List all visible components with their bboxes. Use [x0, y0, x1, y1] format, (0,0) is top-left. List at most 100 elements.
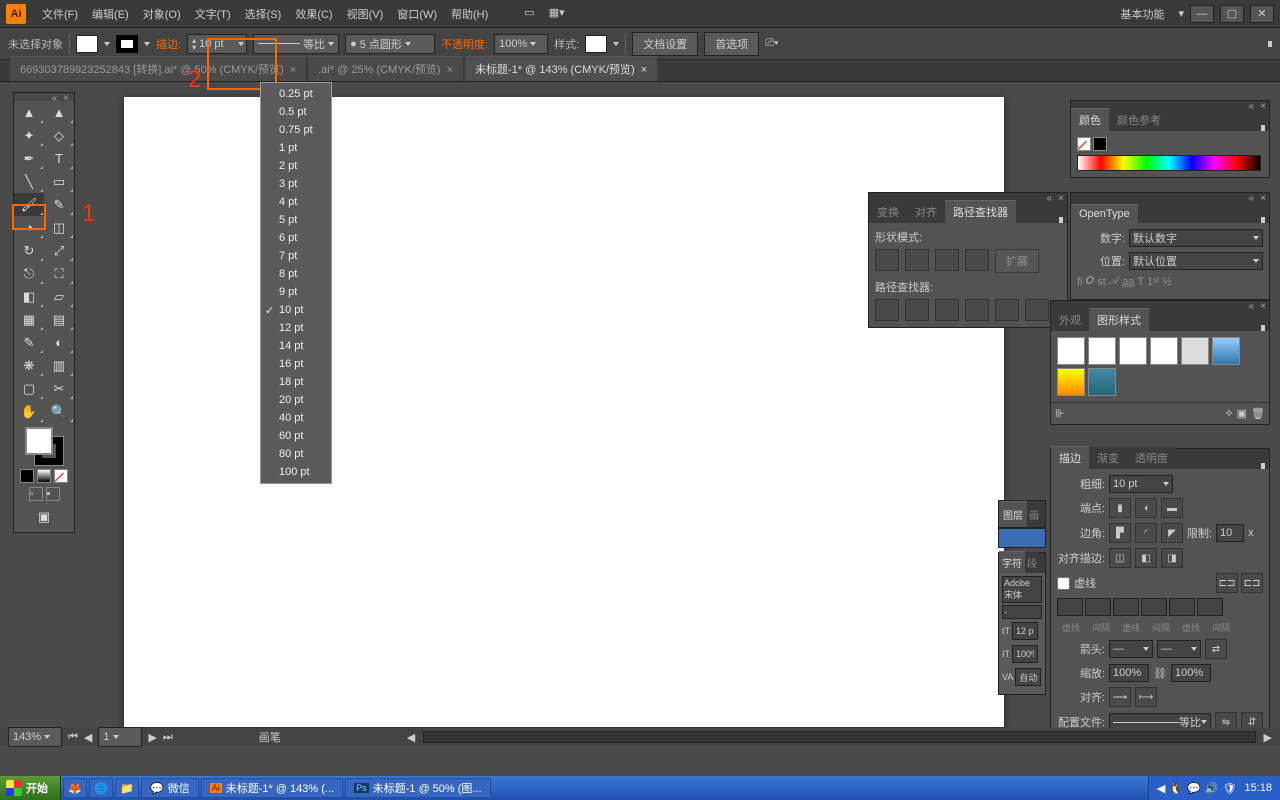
panel-close-icon[interactable]: ×	[60, 93, 72, 101]
pencil-tool[interactable]: ✎	[44, 193, 74, 216]
stroke-weight-dropdown[interactable]: 0.25 pt0.5 pt0.75 pt1 pt2 pt3 pt4 pt5 pt…	[260, 82, 332, 484]
free-transform-tool[interactable]: ⛶	[44, 262, 74, 285]
unite-icon[interactable]	[875, 249, 899, 271]
task-item[interactable]: 💬微信	[141, 778, 199, 798]
panel-menu-icon[interactable]	[1059, 217, 1063, 223]
link-icon[interactable]: ⛓	[1153, 667, 1167, 680]
screen-mode-icon[interactable]: ▣	[29, 505, 59, 528]
panel-collapse-icon[interactable]: «	[49, 93, 61, 101]
dash-align-1-icon[interactable]: ⊏⊐	[1216, 573, 1238, 593]
stroke-option[interactable]: 100 pt	[261, 463, 331, 481]
dash-input[interactable]	[1169, 598, 1195, 616]
stroke-option[interactable]: 4 pt	[261, 193, 331, 211]
ot-o-icon[interactable]: 𝑶	[1086, 275, 1095, 288]
cap-butt-icon[interactable]: ▮	[1109, 498, 1131, 518]
leading-input[interactable]	[1012, 645, 1038, 663]
dashed-checkbox[interactable]	[1057, 577, 1070, 590]
position-dropdown[interactable]: 默认位置	[1129, 252, 1263, 270]
exclude-icon[interactable]	[965, 249, 989, 271]
perspective-tool[interactable]: ▱	[44, 285, 74, 308]
hscroll-prev-icon[interactable]: ◀	[407, 731, 415, 744]
weight-dropdown[interactable]: 10 pt	[1109, 475, 1173, 493]
cap-projecting-icon[interactable]: ▬	[1161, 498, 1183, 518]
font-style-dropdown[interactable]: -	[1002, 605, 1042, 619]
tab-graphic-styles[interactable]: 图形样式	[1089, 308, 1149, 331]
tab-transparency[interactable]: 透明度	[1127, 447, 1176, 469]
tab-transform[interactable]: 变换	[869, 201, 907, 223]
nav-last-icon[interactable]: ⏭	[163, 731, 173, 744]
chevron-down-icon[interactable]	[238, 42, 244, 46]
stroke-option[interactable]: 60 pt	[261, 427, 331, 445]
fill-caret-icon[interactable]	[104, 42, 110, 46]
document-tab[interactable]: 669303789923252843 [转换].ai* @ 50% (CMYK/…	[10, 56, 306, 81]
style-swatch[interactable]	[1088, 337, 1116, 365]
quick-launch-icon[interactable]: 🦊	[63, 778, 87, 798]
divide-icon[interactable]	[875, 299, 899, 321]
minus-front-icon[interactable]	[905, 249, 929, 271]
panel-close-icon[interactable]: ×	[1055, 193, 1067, 203]
scale-tool[interactable]: ⤢	[44, 239, 74, 262]
style-swatch[interactable]	[1212, 337, 1240, 365]
magic-wand-tool[interactable]: ✦	[14, 124, 44, 147]
join-round-icon[interactable]: ◜	[1135, 523, 1157, 543]
stroke-option[interactable]: 0.75 pt	[261, 121, 331, 139]
hscroll-next-icon[interactable]: ▶	[1264, 731, 1272, 744]
stroke-option[interactable]: 2 pt	[261, 157, 331, 175]
ot-a-icon[interactable]: 𝒜	[1109, 275, 1119, 288]
panel-close-icon[interactable]: ×	[1257, 101, 1269, 111]
align-outside-icon[interactable]: ◨	[1161, 548, 1183, 568]
panel-collapse-icon[interactable]: «	[1246, 101, 1258, 111]
chevron-down-icon[interactable]	[530, 42, 536, 46]
stroke-option[interactable]: 1 pt	[261, 139, 331, 157]
fill-none-swatch[interactable]	[1077, 137, 1091, 151]
draw-behind-icon[interactable]: ▪	[46, 487, 60, 501]
tab-appearance[interactable]: 外观	[1051, 309, 1089, 331]
tab-artboards[interactable]: 画	[1027, 502, 1041, 527]
nav-next-icon[interactable]: ▶	[148, 731, 156, 744]
join-bevel-icon[interactable]: ◤	[1161, 523, 1183, 543]
tracking-input[interactable]	[1015, 668, 1041, 686]
task-item[interactable]: Ps未标题-1 @ 50% (图...	[345, 778, 490, 798]
tray-icon[interactable]: 🔊	[1205, 782, 1219, 795]
align-arrow-1-icon[interactable]: ⟶	[1109, 687, 1131, 707]
limit-input[interactable]	[1216, 524, 1244, 542]
panel-menu-icon[interactable]	[1261, 217, 1265, 223]
style-swatch[interactable]	[1119, 337, 1147, 365]
fill-swatch[interactable]	[76, 35, 98, 53]
tab-color-guide[interactable]: 颜色参考	[1109, 109, 1169, 131]
menu-arrange-icon[interactable]: ▦▾	[543, 2, 571, 26]
close-button[interactable]: ✕	[1250, 5, 1274, 23]
color-mode-icon[interactable]	[20, 469, 34, 483]
layers-panel-collapsed[interactable]: 图层 画	[998, 500, 1046, 528]
type-tool[interactable]: T	[44, 147, 74, 170]
align-arrow-2-icon[interactable]: ⟼	[1135, 687, 1157, 707]
menu-object[interactable]: 对象(O)	[137, 2, 187, 26]
options-menu-icon[interactable]	[1268, 41, 1272, 47]
font-size-input[interactable]	[1012, 622, 1038, 640]
stroke-color-swatch[interactable]	[1093, 137, 1107, 151]
panel-collapse-icon[interactable]: «	[1044, 193, 1056, 203]
chevron-down-icon[interactable]	[405, 42, 411, 46]
line-tool[interactable]: ╲	[14, 170, 44, 193]
ot-t-icon[interactable]: T	[1137, 276, 1144, 288]
delete-icon[interactable]: 🗑	[1251, 407, 1265, 420]
align-inside-icon[interactable]: ◧	[1135, 548, 1157, 568]
tab-gradient[interactable]: 渐变	[1089, 447, 1127, 469]
menu-type[interactable]: 文字(T)	[189, 2, 237, 26]
align-icon[interactable]: ⎚▾	[765, 37, 778, 50]
clock[interactable]: 15:18	[1244, 782, 1272, 794]
gap-input[interactable]	[1085, 598, 1111, 616]
nav-prev-icon[interactable]: ◀	[84, 731, 92, 744]
cap-round-icon[interactable]: ◖	[1135, 498, 1157, 518]
tab-character[interactable]: 字符	[999, 551, 1025, 573]
new-style-icon[interactable]: ▣	[1237, 407, 1247, 420]
dash-input[interactable]	[1057, 598, 1083, 616]
style-swatch[interactable]	[1150, 337, 1178, 365]
style-swatch[interactable]	[585, 35, 607, 53]
rectangle-tool[interactable]: ▭	[44, 170, 74, 193]
dash-input[interactable]	[1113, 598, 1139, 616]
stroke-option[interactable]: 20 pt	[261, 391, 331, 409]
ot-1st-icon[interactable]: 1ˢᵗ	[1147, 276, 1159, 288]
scale-start-input[interactable]	[1109, 664, 1149, 682]
shape-builder-tool[interactable]: ◧	[14, 285, 44, 308]
